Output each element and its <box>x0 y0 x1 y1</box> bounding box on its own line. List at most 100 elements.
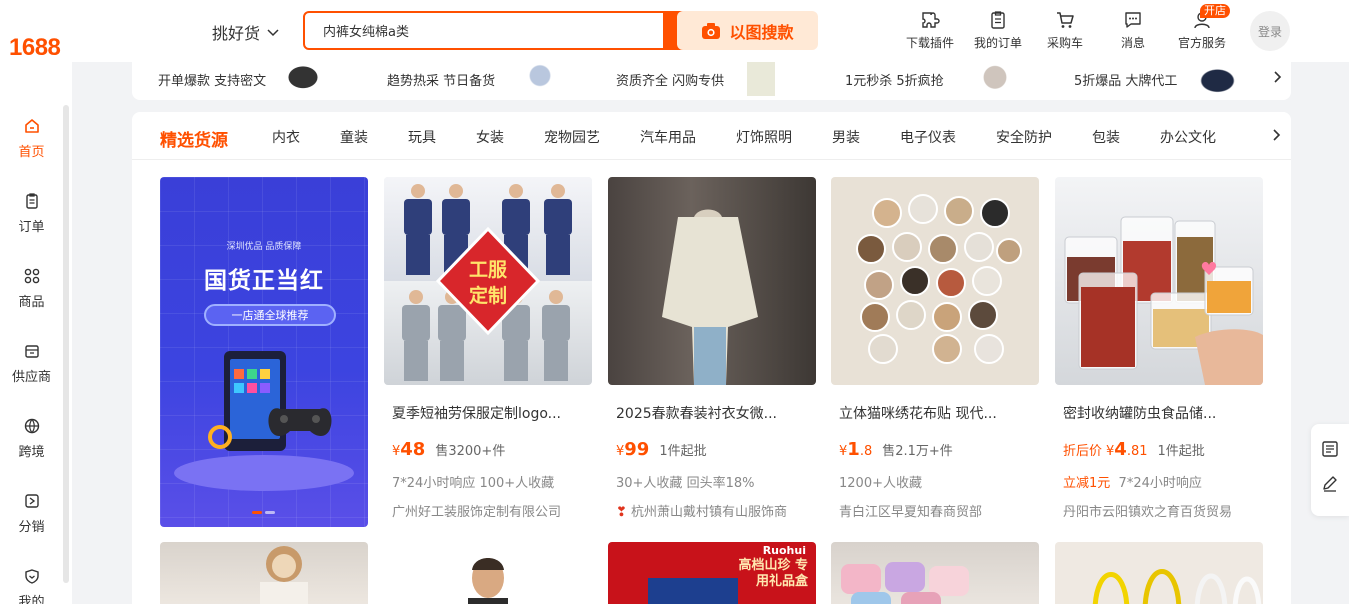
my-orders-button[interactable]: 我的订单 <box>974 10 1022 51</box>
tool-label: 采购车 <box>1047 36 1084 50</box>
product-title[interactable]: 2025春款春装衬衣女微... <box>616 403 816 423</box>
company-name[interactable]: 青白江区早夏知春商贸部 <box>839 501 1039 520</box>
product-card[interactable]: 2025春款春装衬衣女微... ¥99 1件起批 30+人收藏 回头率18% ❣… <box>608 177 816 520</box>
search-box <box>303 11 665 50</box>
promo-item[interactable]: 趋势热采 节日备货 <box>387 70 495 89</box>
image-search-button[interactable]: 以图搜款 <box>677 11 818 50</box>
left-sidebar: 1688 首页 订单 商品 供应商 跨境 分销 我的 <box>0 0 72 604</box>
download-plugin-button[interactable]: 下载插件 <box>906 10 954 51</box>
login-button[interactable]: 登录 <box>1250 11 1290 51</box>
heart-shield-icon <box>24 569 39 584</box>
plugin-icon <box>922 12 940 28</box>
category-tab[interactable]: 办公文化 <box>1160 127 1216 147</box>
product-title[interactable]: 夏季短袖劳保服定制logo... <box>392 403 592 423</box>
child-model <box>260 546 308 604</box>
category-tab[interactable]: 电子仪表 <box>900 127 956 147</box>
price: ¥1.8 <box>839 439 873 460</box>
banner-subtitle: 深圳优品 品质保障 <box>226 242 302 252</box>
sidebar-item-label: 我的 <box>18 595 45 604</box>
yarn-balls <box>841 562 969 604</box>
product-title[interactable]: 立体猫咪绣花布贴 现代... <box>839 403 1039 423</box>
product-image[interactable]: 工服 定制 <box>384 177 592 385</box>
chevron-right-icon[interactable] <box>1273 70 1283 88</box>
product-image[interactable] <box>1055 177 1263 385</box>
sidebar-item-suppliers[interactable]: 供应商 <box>0 342 63 385</box>
image-caption: 定制 <box>468 285 507 307</box>
category-tab[interactable]: 玩具 <box>408 127 436 147</box>
product-card[interactable]: 工服 定制 夏季短袖劳保服定制logo... ¥48 售3200+件 7*24小… <box>384 177 592 520</box>
official-service-button[interactable]: 开店 官方服务 <box>1178 4 1230 51</box>
company-name[interactable]: 丹阳市云阳镇欢之育百货贸易 <box>1063 501 1263 520</box>
product-image[interactable] <box>160 542 368 604</box>
sidebar-item-products[interactable]: 商品 <box>0 267 63 310</box>
product-meta: 7*24小时响应 100+人收藏 <box>392 476 555 491</box>
logo[interactable]: 1688 <box>9 34 61 62</box>
sidebar-item-crossborder[interactable]: 跨境 <box>0 417 63 460</box>
promo-item[interactable]: 1元秒杀 5折疯抢 <box>845 70 944 89</box>
tool-label: 下载插件 <box>906 36 955 50</box>
message-icon <box>1125 12 1141 28</box>
grid-icon <box>24 268 39 284</box>
promo-strip: 开单爆款 支持密文 趋势热采 节日备货 资质齐全 闪购专供 1元秒杀 5折疯抢 … <box>132 62 1291 100</box>
product-card[interactable]: 密封收纳罐防虫食品储... 折后价 ¥4.81 1件起批 立减1元 7*24小时… <box>1055 177 1263 520</box>
category-tab[interactable]: 童装 <box>340 127 368 147</box>
price-row: ¥48 售3200+件 <box>392 439 592 460</box>
top-header: 挑好货 搜索 以图搜款 下载插件 我的订单 采购车 消息 开店 官方服务 登录 <box>72 0 1349 62</box>
sidebar-item-mine[interactable]: 我的 <box>0 567 63 604</box>
category-tab[interactable]: 宠物园艺 <box>544 127 600 147</box>
promo-thumb <box>738 62 784 96</box>
note-icon[interactable] <box>1321 440 1339 458</box>
price: ¥99 <box>616 439 650 460</box>
category-tab[interactable]: 内衣 <box>272 127 300 147</box>
promo-item[interactable]: 5折爆品 大牌代工 <box>1074 70 1177 89</box>
category-tab[interactable]: 灯饰照明 <box>736 127 792 147</box>
category-tab[interactable]: 汽车用品 <box>640 127 696 147</box>
tool-label: 消息 <box>1121 36 1146 50</box>
messages-button[interactable]: 消息 <box>1121 10 1145 51</box>
discount-price-label: 折后价 <box>1063 444 1103 459</box>
product-image[interactable] <box>831 542 1039 604</box>
sidebar-scrollbar[interactable] <box>63 105 69 583</box>
category-tab[interactable]: 安全防护 <box>996 127 1052 147</box>
promo-item[interactable]: 开单爆款 支持密文 <box>158 70 266 89</box>
category-tab[interactable]: 女装 <box>476 127 504 147</box>
promo-item[interactable]: 资质齐全 闪购专供 <box>616 70 724 89</box>
gift-box-caption: 高档山珍 专用礼品盒 <box>738 558 808 589</box>
company-name[interactable]: ❣ 杭州萧山戴村镇有山服饰商 <box>616 501 816 520</box>
home-icon <box>24 119 39 133</box>
cart-button[interactable]: 采购车 <box>1047 10 1083 51</box>
product-title[interactable]: 密封收纳罐防虫食品储... <box>1063 403 1263 423</box>
product-image[interactable] <box>831 177 1039 385</box>
edit-icon[interactable] <box>1321 474 1339 492</box>
search-input[interactable] <box>305 13 663 48</box>
product-meta: 1200+人收藏 <box>839 476 922 491</box>
product-meta: 立减1元 7*24小时响应 <box>1063 476 1202 491</box>
main-feed: 精选货源 内衣 童装 玩具 女装 宠物园艺 汽车用品 灯饰照明 男装 电子仪表 … <box>132 112 1291 604</box>
product-image[interactable] <box>384 542 592 604</box>
cat-patches <box>856 194 1022 364</box>
banner-title: 国货正当红 <box>204 268 324 294</box>
pick-goods-dropdown[interactable]: 挑好货 <box>212 20 280 44</box>
chevron-right-icon[interactable] <box>1263 112 1291 158</box>
product-image[interactable] <box>608 177 816 385</box>
sidebar-item-label: 供应商 <box>11 370 51 385</box>
product-card[interactable]: 立体猫咪绣花布贴 现代... ¥1.8 售2.1万+件 1200+人收藏 青白江… <box>831 177 1039 520</box>
category-tab[interactable]: 包装 <box>1092 127 1120 147</box>
product-image[interactable] <box>1055 542 1263 604</box>
carousel-dots[interactable] <box>252 511 275 514</box>
promo-banner[interactable]: 深圳优品 品质保障 国货正当红 一店通全球推荐 <box>160 177 368 527</box>
sidebar-item-home[interactable]: 首页 <box>0 117 63 160</box>
clipboard-icon <box>991 11 1005 29</box>
sidebar-item-label: 分销 <box>18 520 45 535</box>
category-tab[interactable]: 男装 <box>832 127 860 147</box>
sidebar-item-orders[interactable]: 订单 <box>0 192 63 235</box>
floating-tools <box>1311 424 1349 516</box>
price-row: ¥99 1件起批 <box>616 439 816 460</box>
pick-goods-label: 挑好货 <box>212 24 261 43</box>
company-name[interactable]: 广州好工装服饰定制有限公司 <box>392 501 592 520</box>
product-image[interactable]: Ruohui 高档山珍 专用礼品盒 <box>608 542 816 604</box>
sidebar-item-label: 跨境 <box>18 445 45 460</box>
image-search-label: 以图搜款 <box>729 22 794 42</box>
sidebar-item-distribution[interactable]: 分销 <box>0 492 63 535</box>
storage-jars <box>1064 216 1263 385</box>
